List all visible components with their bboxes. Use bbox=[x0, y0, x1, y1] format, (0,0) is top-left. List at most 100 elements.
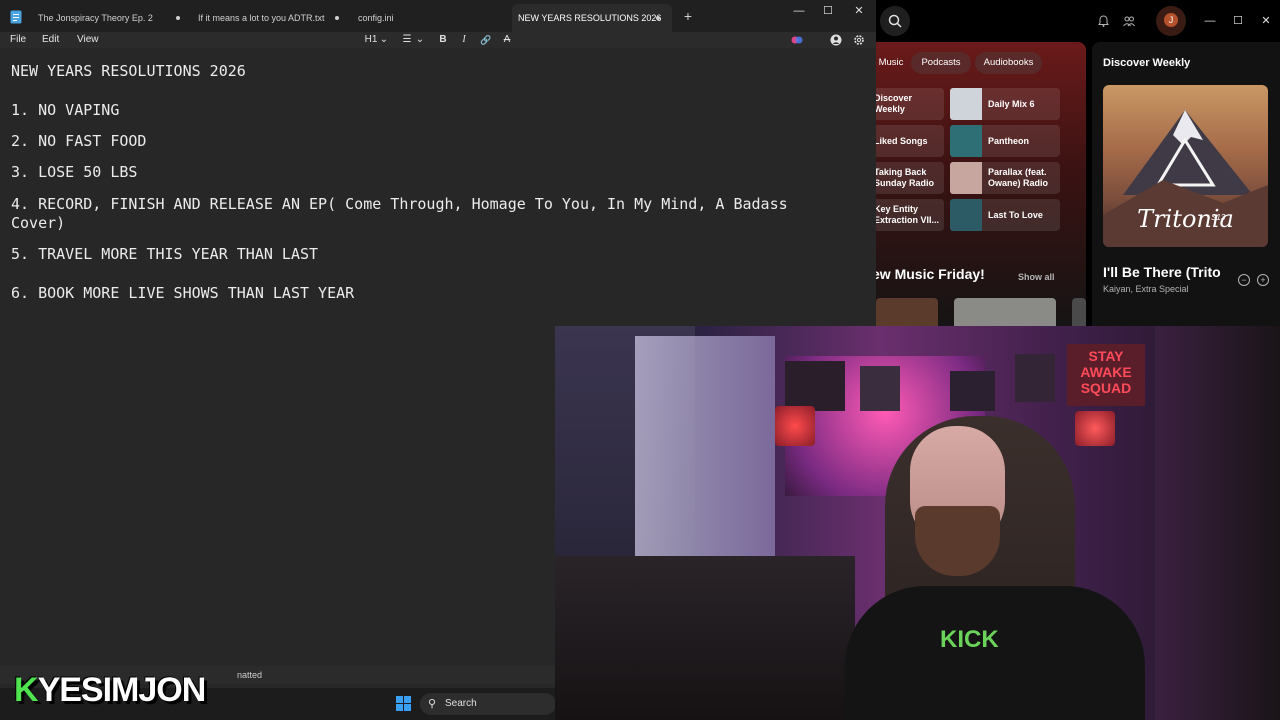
avatar[interactable]: J bbox=[1156, 6, 1186, 36]
tab-resolutions[interactable]: NEW YEARS RESOLUTIONS 2026 bbox=[512, 4, 672, 32]
playlist-cover bbox=[950, 88, 982, 120]
track-artist[interactable]: Kaiyan, Extra Special bbox=[1103, 284, 1189, 294]
resolution-line: 5. TRAVEL MORE THIS YEAR THAN LAST bbox=[11, 245, 319, 263]
tab-jonspiracy[interactable]: The Jonspiracy Theory Ep. 2 bbox=[30, 4, 188, 32]
tab-adtr[interactable]: If it means a lot to you ADTR.txt bbox=[190, 4, 350, 32]
show-all-link[interactable]: Show all bbox=[1018, 272, 1055, 282]
minimize-button[interactable]: — bbox=[785, 3, 813, 19]
status-format-text: natted bbox=[237, 670, 263, 680]
menu-edit[interactable]: Edit bbox=[42, 32, 59, 48]
album-art-subtitle: S13 bbox=[1211, 213, 1226, 222]
shortcut-label: Parallax (feat. Owane) Radio bbox=[988, 167, 1049, 188]
streamer-name-initial: K bbox=[14, 671, 39, 709]
playlist-cover bbox=[950, 162, 982, 194]
list-icon[interactable]: ☰ bbox=[401, 32, 413, 48]
shortcut-label: Discover Weekly bbox=[876, 93, 913, 114]
account-icon[interactable] bbox=[830, 34, 842, 46]
shortcut-taking-back-sunday[interactable]: Taking Back Sunday Radio bbox=[876, 162, 944, 194]
playlist-cover bbox=[950, 199, 982, 231]
search-placeholder: Search bbox=[445, 698, 477, 709]
add-icon[interactable]: + bbox=[1257, 274, 1269, 286]
windows-start-icon[interactable] bbox=[396, 696, 412, 712]
lamp bbox=[775, 406, 815, 446]
taskbar-search-box[interactable]: ⚲ Search bbox=[420, 693, 556, 715]
resolution-line: 1. NO VAPING bbox=[11, 101, 120, 119]
shortcut-discover-weekly[interactable]: Discover Weekly bbox=[876, 88, 944, 120]
playlist-cover bbox=[950, 125, 982, 157]
bold-button[interactable]: B bbox=[437, 32, 449, 48]
heading-dropdown[interactable]: H1 bbox=[364, 32, 378, 48]
gear-icon[interactable] bbox=[853, 34, 865, 46]
clear-formatting-button[interactable]: A bbox=[501, 32, 513, 48]
spotify-close-button[interactable]: ✕ bbox=[1252, 13, 1280, 29]
tab-label: config.ini bbox=[358, 13, 394, 23]
wall-poster bbox=[860, 366, 900, 411]
new-tab-button[interactable]: + bbox=[680, 8, 696, 24]
filter-audiobooks[interactable]: Audiobooks bbox=[975, 52, 1042, 74]
spotify-home: Music Podcasts Audiobooks Discover Weekl… bbox=[876, 42, 1086, 330]
tab-label: The Jonspiracy Theory Ep. 2 bbox=[38, 13, 153, 23]
link-icon[interactable]: 🔗 bbox=[479, 32, 493, 48]
italic-button[interactable]: I bbox=[458, 32, 470, 48]
wall-poster bbox=[950, 371, 995, 411]
spotify-maximize-button[interactable]: ☐ bbox=[1224, 13, 1252, 29]
notepad-menubar: File Edit View H1 ⌄ ☰ ⌄ B I 🔗 A bbox=[0, 32, 876, 48]
maximize-button[interactable]: ☐ bbox=[814, 3, 842, 19]
unsaved-dot bbox=[335, 16, 339, 20]
copilot-icon[interactable] bbox=[791, 34, 803, 46]
spotify-topbar: J — ☐ ✕ bbox=[876, 0, 1280, 42]
shortcut-daily-mix-6[interactable]: Daily Mix 6 bbox=[950, 88, 1060, 120]
shortcut-last-to-love[interactable]: Last To Love bbox=[950, 199, 1060, 231]
bell-icon[interactable] bbox=[1098, 15, 1109, 27]
tab-config[interactable]: config.ini bbox=[350, 4, 510, 32]
track-title[interactable]: I'll Be There (Trito bbox=[1103, 264, 1243, 280]
filter-music[interactable]: Music bbox=[876, 52, 906, 74]
tab-label: If it means a lot to you ADTR.txt bbox=[198, 13, 325, 23]
now-playing-panel: Discover Weekly Tritonia S13 I'll Be The… bbox=[1092, 42, 1280, 330]
webcam-feed: STAY AWAKE SQUAD KICK bbox=[555, 326, 1280, 720]
shortcut-parallax-radio[interactable]: Parallax (feat. Owane) Radio bbox=[950, 162, 1060, 194]
spotify-window: J — ☐ ✕ Music Podcasts Audiobooks Discov… bbox=[876, 0, 1280, 330]
tab-label: NEW YEARS RESOLUTIONS 2026 bbox=[518, 13, 662, 23]
menu-view[interactable]: View bbox=[77, 32, 99, 48]
album-art: Tritonia S13 bbox=[1103, 85, 1268, 247]
shortcut-label: Last To Love bbox=[988, 209, 1043, 220]
shortcut-pantheon[interactable]: Pantheon bbox=[950, 125, 1060, 157]
stay-awake-poster: STAY AWAKE SQUAD bbox=[1067, 344, 1145, 406]
resolution-line: 3. LOSE 50 LBS bbox=[11, 163, 138, 181]
unsaved-dot bbox=[656, 16, 660, 20]
notepad-app-icon bbox=[10, 10, 22, 24]
shortcut-key-entity[interactable]: Key Entity Extraction VII... bbox=[876, 199, 944, 231]
resolution-line: 2. NO FAST FOOD bbox=[11, 132, 147, 150]
close-button[interactable]: ✕ bbox=[845, 3, 873, 19]
right-wall bbox=[1155, 326, 1280, 720]
wall-poster bbox=[785, 361, 845, 411]
streamer-name-overlay: KYESIMJON bbox=[14, 670, 207, 710]
avatar-initial: J bbox=[1164, 13, 1178, 27]
chevron-down-icon: ⌄ bbox=[379, 34, 389, 45]
search-icon: ⚲ bbox=[428, 698, 437, 710]
document-title-line: NEW YEARS RESOLUTIONS 2026 bbox=[11, 62, 246, 80]
streamer-name-rest: YESIMJON bbox=[37, 671, 207, 709]
now-playing-playlist-title: Discover Weekly bbox=[1103, 57, 1191, 69]
filter-podcasts[interactable]: Podcasts bbox=[911, 52, 971, 74]
section-title: ew Music Friday! bbox=[876, 266, 985, 282]
spotify-minimize-button[interactable]: — bbox=[1196, 13, 1224, 29]
shortcut-label: Taking Back Sunday Radio bbox=[876, 167, 935, 188]
shortcut-label: Liked Songs bbox=[876, 135, 928, 146]
shortcut-liked-songs[interactable]: Liked Songs bbox=[876, 125, 944, 157]
shortcut-label: Key Entity Extraction VII... bbox=[876, 204, 940, 225]
chevron-down-icon: ⌄ bbox=[415, 34, 425, 45]
search-button[interactable] bbox=[880, 6, 910, 36]
desk bbox=[555, 556, 855, 720]
notepad-titlebar: The Jonspiracy Theory Ep. 2 If it means … bbox=[0, 0, 876, 32]
friends-icon[interactable] bbox=[1123, 15, 1135, 27]
lamp bbox=[1075, 411, 1115, 446]
album-art-title: Tritonia bbox=[1137, 205, 1234, 233]
unsaved-dot bbox=[176, 16, 180, 20]
resolution-line: 6. BOOK MORE LIVE SHOWS THAN LAST YEAR bbox=[11, 284, 355, 302]
wall-poster bbox=[1015, 354, 1055, 402]
shirt-print: KICK bbox=[940, 626, 999, 653]
remove-icon[interactable]: − bbox=[1238, 274, 1250, 286]
menu-file[interactable]: File bbox=[10, 32, 26, 48]
